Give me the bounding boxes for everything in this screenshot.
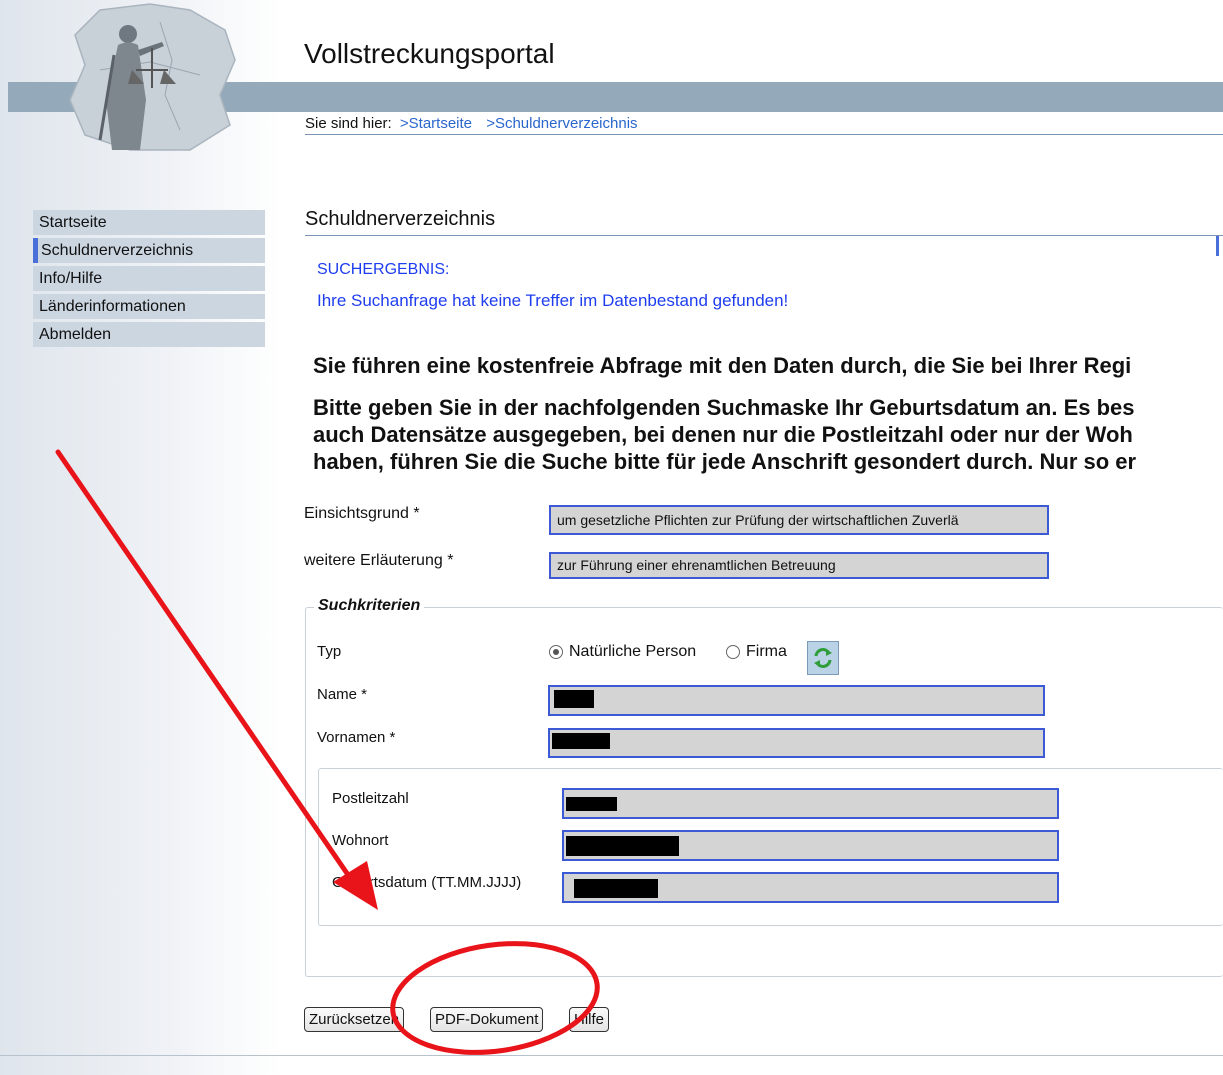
radio-natuerliche-person[interactable] xyxy=(549,645,563,659)
page-title: Schuldnerverzeichnis xyxy=(305,208,496,230)
name-input[interactable] xyxy=(548,685,1045,716)
title-divider xyxy=(305,235,1223,236)
postleitzahl-input[interactable] xyxy=(562,788,1059,819)
info-note: Sie führen eine kostenfreie Abfrage mit … xyxy=(313,353,1132,378)
instruction-text: Bitte geben Sie in der nachfolgenden Suc… xyxy=(313,394,1136,475)
geburtsdatum-label: Geburtsdatum (TT.MM.JJJJ) xyxy=(332,874,522,891)
refresh-icon xyxy=(814,648,832,668)
redaction-block xyxy=(554,690,594,708)
left-column-background xyxy=(0,0,282,1075)
einsichtsgrund-select[interactable]: um gesetzliche Pflichten zur Prüfung der… xyxy=(549,505,1049,535)
breadcrumb-prefix: Sie sind hier: xyxy=(305,115,392,132)
name-label: Name * xyxy=(317,686,368,703)
radio-label-natuerliche-person[interactable]: Natürliche Person xyxy=(569,643,696,661)
erlaeuterung-label: weitere Erläuterung * xyxy=(304,552,454,569)
sidebar-item-startseite[interactable]: Startseite xyxy=(33,210,265,235)
vornamen-label: Vornamen * xyxy=(317,729,396,746)
breadcrumb: Sie sind hier: >Startseite >Schuldnerver… xyxy=(305,115,638,132)
einsichtsgrund-label: Einsichtsgrund * xyxy=(304,505,420,522)
sidebar-item-laenderinformationen[interactable]: Länderinformationen xyxy=(33,294,265,319)
pdf-document-button[interactable]: PDF-Dokument xyxy=(430,1007,544,1032)
breadcrumb-divider xyxy=(305,134,1223,135)
instruction-line: auch Datensätze ausgegeben, bei denen nu… xyxy=(313,422,1133,447)
wohnort-label: Wohnort xyxy=(332,832,389,849)
scroll-indicator xyxy=(1216,236,1219,256)
refresh-button[interactable] xyxy=(807,641,839,675)
sidebar-item-abmelden[interactable]: Abmelden xyxy=(33,322,265,347)
sidebar-nav: Startseite Schuldnerverzeichnis Info/Hil… xyxy=(33,210,265,350)
instruction-line: Bitte geben Sie in der nachfolgenden Suc… xyxy=(313,395,1135,420)
typ-label: Typ xyxy=(317,643,342,660)
vornamen-input[interactable] xyxy=(548,728,1045,758)
sidebar-item-schuldnerverzeichnis[interactable]: Schuldnerverzeichnis xyxy=(33,238,265,263)
redaction-block xyxy=(574,879,658,898)
justitia-logo xyxy=(69,3,236,151)
breadcrumb-link-schuldnerverzeichnis[interactable]: >Schuldnerverzeichnis xyxy=(486,115,637,132)
postleitzahl-label: Postleitzahl xyxy=(332,790,409,807)
app-title: Vollstreckungsportal xyxy=(304,38,555,69)
breadcrumb-link-startseite[interactable]: >Startseite xyxy=(400,115,472,132)
redaction-block xyxy=(552,733,610,749)
reset-button[interactable]: Zurücksetzen xyxy=(304,1007,405,1032)
result-label: SUCHERGEBNIS: xyxy=(317,261,450,278)
radio-label-firma[interactable]: Firma xyxy=(746,643,787,661)
redaction-block xyxy=(566,797,617,811)
sidebar-item-info-hilfe[interactable]: Info/Hilfe xyxy=(33,266,265,291)
redaction-block xyxy=(566,836,679,856)
suchkriterien-legend: Suchkriterien xyxy=(314,597,425,615)
erlaeuterung-select[interactable]: zur Führung einer ehrenamtlichen Betreuu… xyxy=(549,552,1049,579)
footer-divider xyxy=(0,1055,1223,1056)
radio-firma[interactable] xyxy=(726,645,740,659)
result-message: Ihre Suchanfrage hat keine Treffer im Da… xyxy=(317,291,789,310)
help-button[interactable]: Hilfe xyxy=(569,1007,610,1032)
instruction-line: haben, führen Sie die Suche bitte für je… xyxy=(313,449,1137,474)
